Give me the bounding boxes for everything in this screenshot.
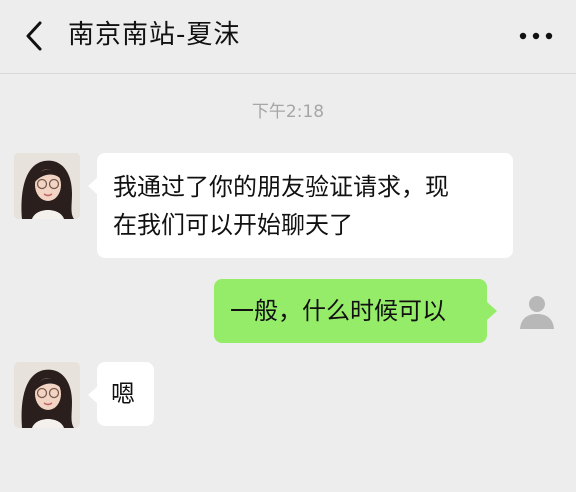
outgoing-message-bubble[interactable]: 一般，什么时候可以 xyxy=(214,279,487,343)
message-timestamp: 下午2:18 xyxy=(251,102,325,122)
incoming-message-bubble[interactable]: 嗯 xyxy=(97,362,154,426)
contact-avatar[interactable] xyxy=(14,153,80,219)
message-text-line: 在我们可以开始聊天了 xyxy=(113,211,353,239)
message-text-line: 我通过了你的朋友验证请求，现 xyxy=(113,173,449,201)
incoming-message-bubble[interactable]: 我通过了你的朋友验证请求，现 在我们可以开始聊天了 xyxy=(97,153,513,258)
contact-avatar[interactable] xyxy=(14,362,80,428)
chat-header: 南京南站-夏沫 xyxy=(0,0,576,74)
chat-title: 南京南站-夏沫 xyxy=(68,20,241,50)
message-text-line: 一般，什么时候可以 xyxy=(230,297,446,325)
avatar-photo-icon xyxy=(14,153,80,219)
my-avatar[interactable] xyxy=(505,279,569,343)
more-dots-icon xyxy=(519,32,553,40)
message-text-line: 嗯 xyxy=(111,380,135,408)
avatar-photo-icon xyxy=(14,362,80,428)
back-button[interactable] xyxy=(16,16,52,56)
more-button[interactable] xyxy=(516,22,556,50)
default-user-icon xyxy=(520,296,554,329)
bubble-tail xyxy=(487,302,497,320)
chevron-left-icon xyxy=(26,21,42,51)
